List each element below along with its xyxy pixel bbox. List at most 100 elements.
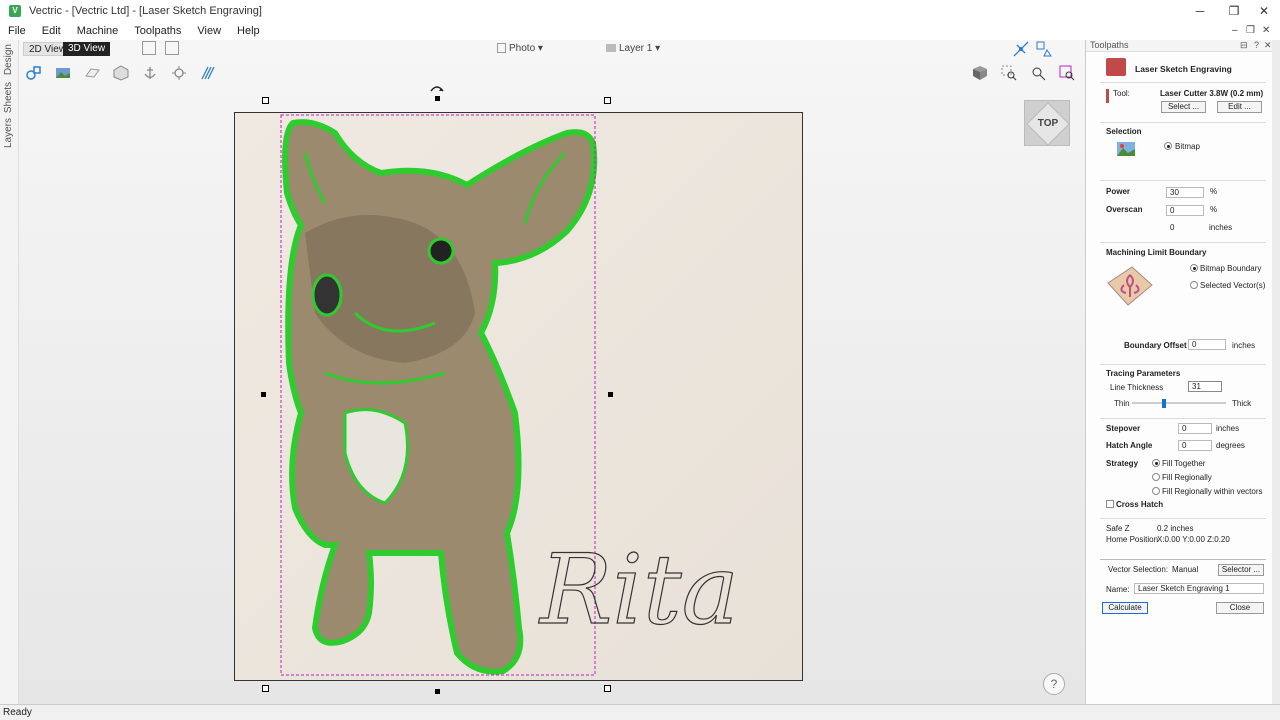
- overscan-unit: %: [1210, 205, 1218, 214]
- cross-hatch-checkbox[interactable]: [1106, 500, 1114, 508]
- tool-edit-button[interactable]: Edit ...: [1217, 101, 1262, 113]
- menu-machine[interactable]: Machine: [69, 25, 127, 37]
- block-icon[interactable]: [112, 64, 130, 82]
- close-icon[interactable]: ✕: [1244, 0, 1280, 22]
- tab-layers[interactable]: Layers: [3, 118, 14, 148]
- zoom-extents-icon[interactable]: [1029, 64, 1047, 82]
- power-input[interactable]: 30: [1166, 187, 1204, 198]
- line-thickness-slider[interactable]: [1132, 399, 1226, 408]
- line-thickness-label: Line Thickness: [1110, 383, 1164, 392]
- split-horizontal-icon[interactable]: [142, 41, 156, 55]
- overscan-inches-unit: inches: [1209, 223, 1233, 232]
- close-button[interactable]: Close: [1216, 602, 1264, 614]
- tab-sheets[interactable]: Sheets: [3, 82, 14, 113]
- mdi-close-icon[interactable]: ✕: [1262, 25, 1270, 36]
- layer-dropdown[interactable]: Layer 1 ▾: [606, 43, 660, 54]
- handle-bottom-right[interactable]: [604, 685, 611, 692]
- boundary-section: Machining Limit Boundary Bitmap Boundary…: [1100, 242, 1266, 360]
- tab-design[interactable]: Design: [3, 44, 14, 75]
- render-icon[interactable]: [971, 64, 989, 82]
- fill-regionally-vectors-radio[interactable]: [1152, 487, 1160, 495]
- hatch-angle-input[interactable]: 0: [1178, 440, 1212, 451]
- vector-nodes-icon[interactable]: [1035, 40, 1053, 58]
- stepover-input[interactable]: 0: [1178, 423, 1212, 434]
- window-title: Vectric - [Vectric Ltd] - [Laser Sketch …: [29, 5, 262, 17]
- engraving-preview: Rita: [280, 114, 739, 676]
- panel-pin-icon[interactable]: ⊟: [1240, 40, 1248, 51]
- menu-help[interactable]: Help: [229, 25, 268, 37]
- bitmap-selection-icon: [1117, 142, 1135, 156]
- fill-together-radio[interactable]: [1152, 459, 1160, 467]
- power-section: Power 30 % Overscan 0 % 0 inches: [1100, 180, 1266, 238]
- slider-thumb[interactable]: [1161, 399, 1166, 408]
- menu-file[interactable]: File: [0, 25, 34, 37]
- panel-help-icon[interactable]: ?: [1254, 40, 1259, 50]
- split-vertical-icon[interactable]: [165, 41, 179, 55]
- handle-bottom-left[interactable]: [262, 685, 269, 692]
- name-label: Name:: [1106, 585, 1130, 594]
- selection-heading: Selection: [1106, 127, 1142, 136]
- name-input[interactable]: Laser Sketch Engraving 1: [1134, 583, 1264, 594]
- selected-vectors-label: Selected Vector(s): [1200, 281, 1266, 290]
- bitmap-radio[interactable]: [1164, 142, 1172, 150]
- power-label: Power: [1106, 187, 1131, 196]
- menu-toolpaths[interactable]: Toolpaths: [126, 25, 189, 37]
- overscan-label: Overscan: [1106, 205, 1143, 214]
- pivot-icon[interactable]: [170, 64, 188, 82]
- selector-button[interactable]: Selector ...: [1218, 564, 1264, 576]
- thick-label: Thick: [1232, 399, 1252, 408]
- photo-dropdown[interactable]: Photo ▾: [497, 43, 543, 54]
- selected-vectors-radio[interactable]: [1190, 281, 1198, 289]
- safe-z-value: 0.2 inches: [1157, 524, 1194, 533]
- boundary-offset-unit: inches: [1232, 341, 1256, 350]
- material-board[interactable]: Rita: [234, 112, 803, 681]
- overscan-input[interactable]: 0: [1166, 205, 1204, 216]
- help-icon[interactable]: ?: [1043, 673, 1065, 695]
- calculate-button[interactable]: Calculate: [1102, 602, 1148, 614]
- fill-regionally-vectors-label: Fill Regionally within vectors: [1162, 487, 1263, 496]
- mdi-restore-icon[interactable]: ❐: [1246, 25, 1255, 36]
- tool-label: Tool:: [1113, 89, 1130, 98]
- safe-z-section: Safe Z 0.2 inches Home Position X:0.00 Y…: [1100, 518, 1266, 558]
- laser-engrave-icon: [1106, 58, 1126, 76]
- strategy-label: Strategy: [1106, 459, 1139, 468]
- menu-view[interactable]: View: [189, 25, 229, 37]
- title-bar: V Vectric - [Vectric Ltd] - [Laser Sketc…: [0, 0, 1280, 22]
- handle-bottom-mid[interactable]: [435, 689, 440, 694]
- handle-top-right[interactable]: [604, 97, 611, 104]
- rotate-handle-icon[interactable]: [429, 83, 445, 93]
- selection-section: Selection Bitmap: [1100, 122, 1266, 180]
- bitmap-icon[interactable]: [54, 64, 72, 82]
- mdi-minimize-icon[interactable]: –: [1232, 25, 1238, 36]
- line-thickness-input[interactable]: 31: [1188, 381, 1222, 392]
- menu-edit[interactable]: Edit: [34, 25, 69, 37]
- handle-right-mid[interactable]: [608, 392, 613, 397]
- stepover-unit: inches: [1216, 424, 1240, 433]
- toolpath-lines-icon[interactable]: [199, 64, 217, 82]
- handle-top-left[interactable]: [262, 97, 269, 104]
- handle-top-mid[interactable]: [435, 96, 440, 101]
- fill-regionally-radio[interactable]: [1152, 473, 1160, 481]
- boundary-offset-input[interactable]: 0: [1188, 339, 1226, 350]
- panel-close-icon[interactable]: ✕: [1264, 40, 1272, 51]
- material-icon[interactable]: [83, 64, 101, 82]
- tool-select-button[interactable]: Select ...: [1161, 101, 1206, 113]
- view-cube-label: TOP: [1037, 118, 1059, 129]
- shapes-icon[interactable]: [25, 64, 43, 82]
- anchor-icon[interactable]: [141, 64, 159, 82]
- toolpath-panel: Toolpaths ⊟ ? ✕ Laser Sketch Engraving T…: [1085, 40, 1272, 704]
- tool-bit-icon: [1106, 89, 1109, 103]
- panel-scrollbar[interactable]: [1272, 40, 1280, 704]
- view-cube[interactable]: TOP: [1024, 100, 1070, 146]
- zoom-box-icon[interactable]: [1000, 64, 1018, 82]
- thin-label: Thin: [1114, 399, 1130, 408]
- 3d-view-canvas[interactable]: 2D View 3D View Photo ▾ Layer 1 ▾ TOP Ri…: [19, 40, 1085, 704]
- cross-hatch-label: Cross Hatch: [1116, 500, 1164, 509]
- bitmap-boundary-radio[interactable]: [1190, 264, 1198, 272]
- menu-bar: File Edit Machine Toolpaths View Help: [0, 22, 1280, 40]
- tab-3d-view[interactable]: 3D View: [63, 42, 111, 56]
- snap-icon[interactable]: [1012, 40, 1030, 58]
- zoom-material-icon[interactable]: [1058, 64, 1076, 82]
- handle-left-mid[interactable]: [261, 392, 266, 397]
- layer-label: Layer 1: [619, 43, 653, 54]
